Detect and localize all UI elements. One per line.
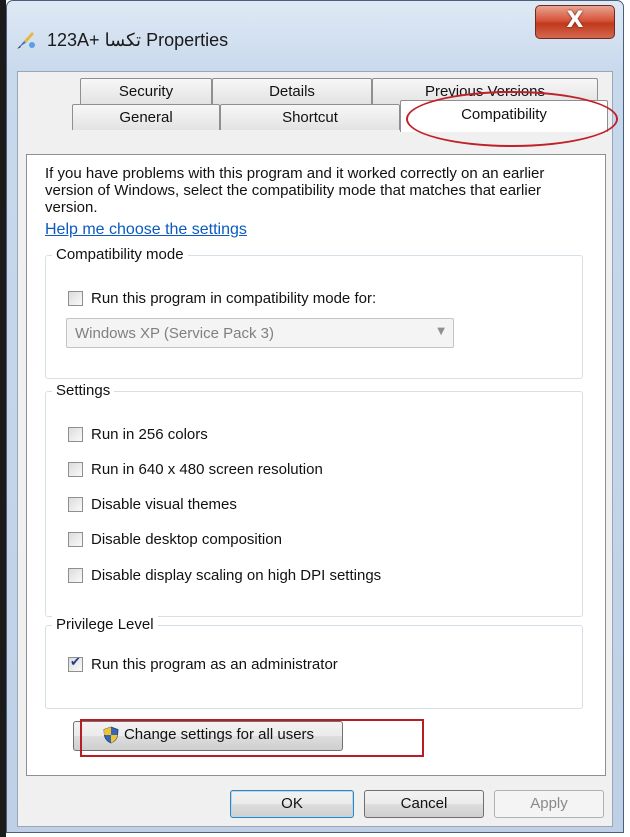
dialog-client-area: Security Details Previous Versions Gener…	[17, 71, 618, 827]
chevron-down-icon: ▼	[437, 326, 445, 337]
tab-details[interactable]: Details	[212, 78, 372, 104]
tab-shortcut[interactable]: Shortcut	[220, 104, 400, 130]
setting-disable-dpi-scaling-row[interactable]: Disable display scaling on high DPI sett…	[68, 565, 381, 585]
tab-compatibility[interactable]: Compatibility	[400, 100, 608, 132]
compat-mode-checkbox[interactable]	[68, 290, 83, 306]
compatibility-mode-group: Compatibility mode Run this program in c…	[45, 246, 583, 379]
run-as-admin-label: Run this program as an administrator	[91, 655, 338, 673]
setting-640x480-checkbox[interactable]	[68, 461, 83, 477]
tab-general[interactable]: General	[72, 104, 220, 130]
ok-button[interactable]: OK	[230, 790, 354, 818]
tab-security[interactable]: Security	[80, 78, 212, 104]
change-settings-all-users-button[interactable]: Change settings for all users	[73, 721, 343, 751]
setting-640x480-row[interactable]: Run in 640 x 480 screen resolution	[68, 459, 323, 479]
settings-group: Settings Run in 256 colors Run in 640 x …	[45, 382, 583, 617]
compat-mode-select-value: Windows XP (Service Pack 3)	[75, 325, 274, 342]
intro-text: If you have problems with this program a…	[45, 165, 545, 216]
settings-legend: Settings	[52, 382, 115, 399]
setting-disable-themes-checkbox[interactable]	[68, 496, 83, 512]
setting-256-colors-label: Run in 256 colors	[91, 425, 208, 443]
setting-256-colors-row[interactable]: Run in 256 colors	[68, 424, 208, 444]
title-bar[interactable]: 123A+ تكسا Properties X	[7, 1, 623, 71]
setting-disable-composition-checkbox[interactable]	[68, 531, 83, 547]
run-as-admin-row[interactable]: Run this program as an administrator	[68, 654, 338, 674]
compatibility-panel: If you have problems with this program a…	[26, 154, 606, 776]
setting-disable-composition-label: Disable desktop composition	[91, 530, 282, 548]
privilege-level-group: Privilege Level Run this program as an a…	[45, 616, 583, 709]
compat-mode-checkbox-label: Run this program in compatibility mode f…	[91, 289, 377, 307]
app-icon	[17, 32, 35, 49]
cancel-button[interactable]: Cancel	[364, 790, 484, 818]
setting-disable-dpi-scaling-label: Disable display scaling on high DPI sett…	[91, 566, 382, 584]
setting-disable-composition-row[interactable]: Disable desktop composition	[68, 529, 282, 549]
compatibility-mode-legend: Compatibility mode	[52, 246, 188, 263]
setting-disable-themes-label: Disable visual themes	[91, 495, 237, 513]
privilege-level-legend: Privilege Level	[52, 616, 158, 633]
change-settings-all-users-label: Change settings for all users	[123, 726, 315, 743]
compat-mode-select[interactable]: Windows XP (Service Pack 3) ▼	[66, 318, 454, 348]
window-title: 123A+ تكسا Properties	[47, 30, 229, 50]
run-as-admin-checkbox[interactable]	[68, 655, 83, 672]
help-choose-settings-link[interactable]: Help me choose the settings	[45, 221, 247, 239]
compat-mode-checkbox-row[interactable]: Run this program in compatibility mode f…	[68, 288, 376, 308]
apply-button[interactable]: Apply	[494, 790, 604, 818]
setting-640x480-label: Run in 640 x 480 screen resolution	[91, 460, 323, 478]
setting-256-colors-checkbox[interactable]	[68, 426, 83, 442]
close-button[interactable]: X	[535, 5, 615, 39]
setting-disable-dpi-scaling-checkbox[interactable]	[68, 567, 83, 583]
properties-window: 123A+ تكسا Properties X Security Details…	[6, 0, 624, 833]
uac-shield-icon	[103, 726, 119, 744]
close-icon: X	[566, 8, 584, 33]
setting-disable-themes-row[interactable]: Disable visual themes	[68, 494, 237, 514]
